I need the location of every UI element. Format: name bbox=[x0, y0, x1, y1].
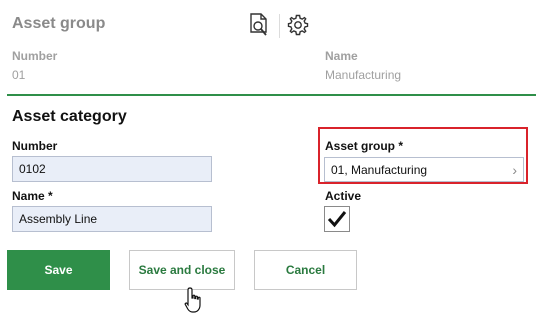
gear-icon[interactable] bbox=[285, 11, 311, 39]
checkmark-icon bbox=[327, 211, 347, 228]
hand-pointer-cursor-icon bbox=[183, 286, 205, 314]
asset-category-title: Asset category bbox=[12, 108, 127, 125]
name-label: Name * bbox=[12, 189, 53, 203]
save-and-close-button[interactable]: Save and close bbox=[129, 250, 235, 290]
preview-document-icon[interactable] bbox=[246, 11, 272, 39]
asset-group-title: Asset group bbox=[12, 15, 106, 32]
name-input[interactable] bbox=[12, 206, 212, 232]
cancel-button[interactable]: Cancel bbox=[254, 250, 357, 290]
active-label: Active bbox=[325, 189, 362, 203]
summary-number-label: Number bbox=[12, 49, 58, 63]
number-label: Number bbox=[12, 139, 58, 153]
number-input[interactable] bbox=[12, 156, 212, 182]
save-button[interactable]: Save bbox=[7, 250, 110, 290]
asset-group-label: Asset group * bbox=[325, 139, 404, 153]
chevron-right-icon: › bbox=[512, 161, 517, 178]
section-divider bbox=[7, 94, 536, 96]
asset-group-value: 01, Manufacturing bbox=[331, 162, 428, 177]
summary-name-label: Name bbox=[325, 49, 358, 63]
summary-name-value: Manufacturing bbox=[325, 68, 402, 82]
summary-number-value: 01 bbox=[12, 68, 26, 82]
toolbar-divider bbox=[279, 14, 280, 38]
active-checkbox[interactable] bbox=[324, 206, 350, 232]
asset-group-lookup[interactable]: 01, Manufacturing › bbox=[324, 157, 524, 182]
